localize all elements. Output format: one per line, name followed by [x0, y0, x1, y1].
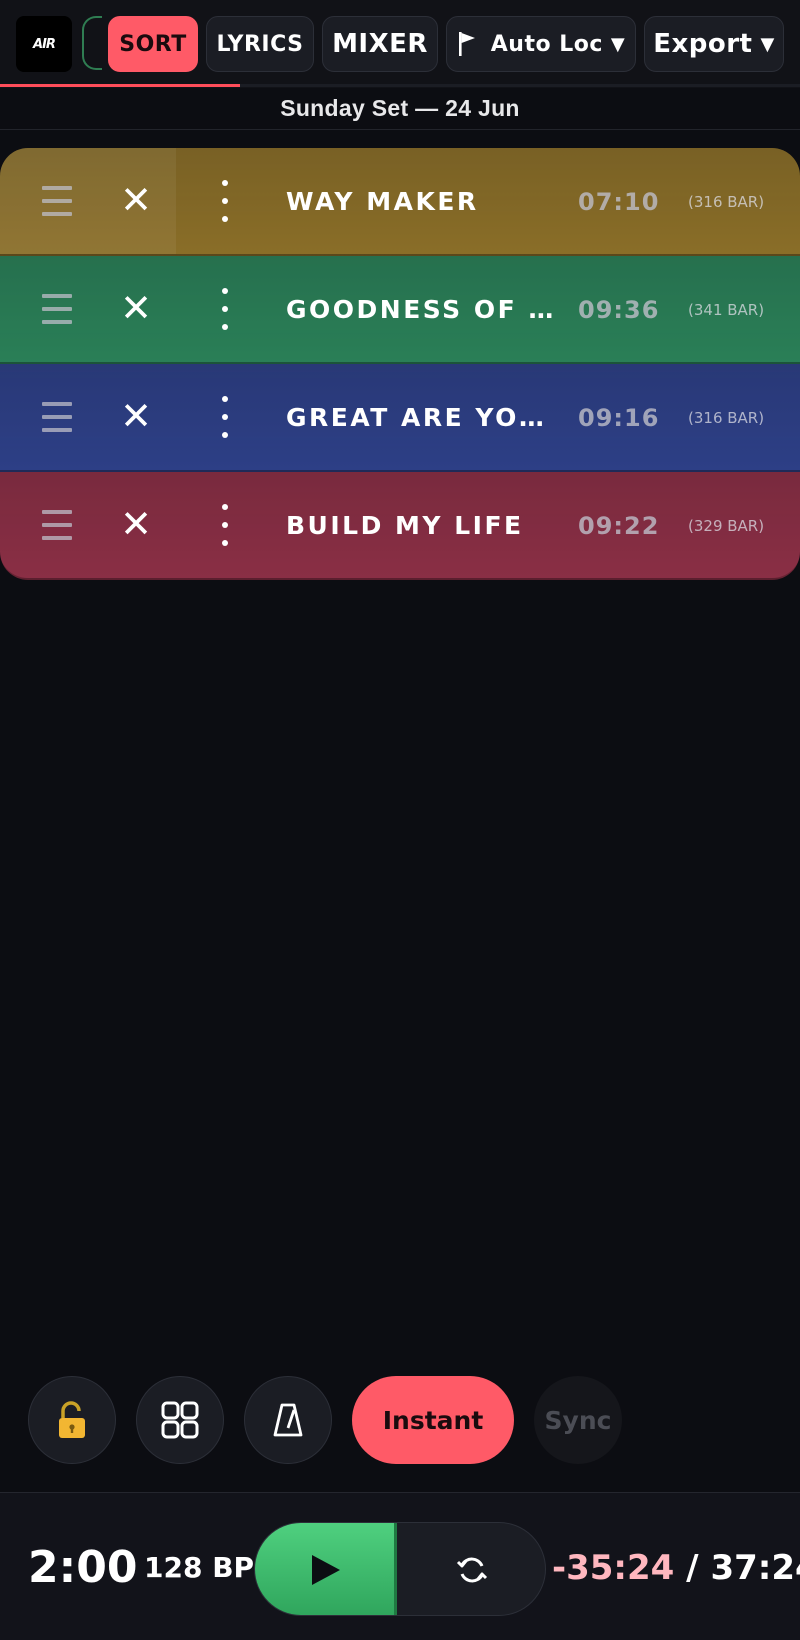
unlocked-padlock-icon [59, 1401, 85, 1438]
current-time: 2:00 [28, 1542, 138, 1593]
more-vertical-icon[interactable] [218, 180, 232, 222]
tempo-readout[interactable]: 128 BPM [144, 1548, 260, 1588]
instant-button-label: Instant [382, 1405, 484, 1435]
loop-icon [456, 1557, 488, 1583]
song-duration: 09:36 [578, 296, 660, 324]
time-separator: / [674, 1548, 711, 1588]
song-row[interactable]: ✕ GREAT ARE YOU ... 09:16 (316 BAR) [0, 364, 800, 472]
song-row[interactable]: ✕ BUILD MY LIFE 09:22 (329 BAR) [0, 472, 800, 580]
export-dropdown[interactable]: Export ▼ [644, 16, 784, 72]
transport-controls [254, 1522, 546, 1616]
song-title: WAY MAKER [286, 187, 479, 216]
song-bar-count: (316 BAR) [688, 193, 765, 211]
app-logo[interactable]: AIR [16, 16, 72, 72]
close-icon[interactable]: ✕ [118, 502, 154, 546]
metronome-button[interactable] [244, 1376, 332, 1464]
lyrics-button[interactable]: LYRICS [206, 16, 314, 72]
more-vertical-icon[interactable] [218, 396, 232, 438]
auto-loc-dropdown[interactable]: Auto Loc ▼ [446, 16, 636, 72]
close-icon[interactable]: ✕ [118, 286, 154, 330]
song-duration: 09:16 [578, 404, 660, 432]
lyrics-button-label: LYRICS [216, 31, 304, 57]
drag-handle-icon[interactable] [42, 402, 72, 432]
mixer-button-label: MIXER [332, 29, 428, 59]
loop-button[interactable] [397, 1523, 545, 1615]
more-vertical-icon[interactable] [218, 288, 232, 330]
export-label: Export [653, 29, 753, 59]
grid-icon [161, 1401, 199, 1439]
lock-button[interactable] [28, 1376, 116, 1464]
more-vertical-icon[interactable] [218, 504, 232, 546]
chevron-down-icon: ▼ [760, 33, 775, 55]
song-row[interactable]: ✕ WAY MAKER 07:10 (316 BAR) [0, 148, 800, 256]
set-progress-fill [0, 84, 240, 87]
set-title: Sunday Set — 24 Jun [0, 88, 800, 130]
close-icon[interactable]: ✕ [118, 394, 154, 438]
song-bar-count: (341 BAR) [688, 301, 765, 319]
close-icon[interactable]: ✕ [118, 178, 154, 222]
auto-loc-label: Auto Loc [490, 31, 603, 57]
sync-button[interactable]: Sync [534, 1376, 622, 1464]
song-title: GREAT ARE YOU ... [286, 403, 556, 432]
song-duration: 07:10 [578, 188, 660, 216]
time-remaining: -35:24 / 37:24 [552, 1544, 800, 1592]
remaining-time: -35:24 [552, 1548, 675, 1588]
total-time: 37:24 [710, 1548, 800, 1588]
mixer-button[interactable]: MIXER [322, 16, 438, 72]
play-icon [311, 1555, 340, 1585]
song-duration: 09:22 [578, 512, 660, 540]
sort-button-label: SORT [119, 31, 187, 57]
sync-button-label: Sync [544, 1405, 612, 1435]
song-row[interactable]: ✕ GOODNESS OF G... 09:36 (341 BAR) [0, 256, 800, 364]
song-bar-count: (316 BAR) [688, 409, 765, 427]
drag-handle-icon[interactable] [42, 510, 72, 540]
song-bar-count: (329 BAR) [688, 517, 765, 535]
song-title: BUILD MY LIFE [286, 511, 524, 540]
song-list: ✕ WAY MAKER 07:10 (316 BAR) ✕ GOODNESS O… [0, 148, 800, 580]
song-title: GOODNESS OF G... [286, 295, 556, 324]
instant-button[interactable]: Instant [352, 1376, 514, 1464]
grid-button[interactable] [136, 1376, 224, 1464]
sort-button[interactable]: SORT [108, 16, 198, 72]
drag-handle-icon[interactable] [42, 186, 72, 216]
hidden-pill-edge[interactable] [82, 16, 102, 70]
play-button[interactable] [255, 1523, 397, 1615]
drag-handle-icon[interactable] [42, 294, 72, 324]
metronome-icon [273, 1403, 303, 1437]
flag-icon [458, 32, 475, 56]
chevron-down-icon: ▼ [610, 33, 626, 55]
